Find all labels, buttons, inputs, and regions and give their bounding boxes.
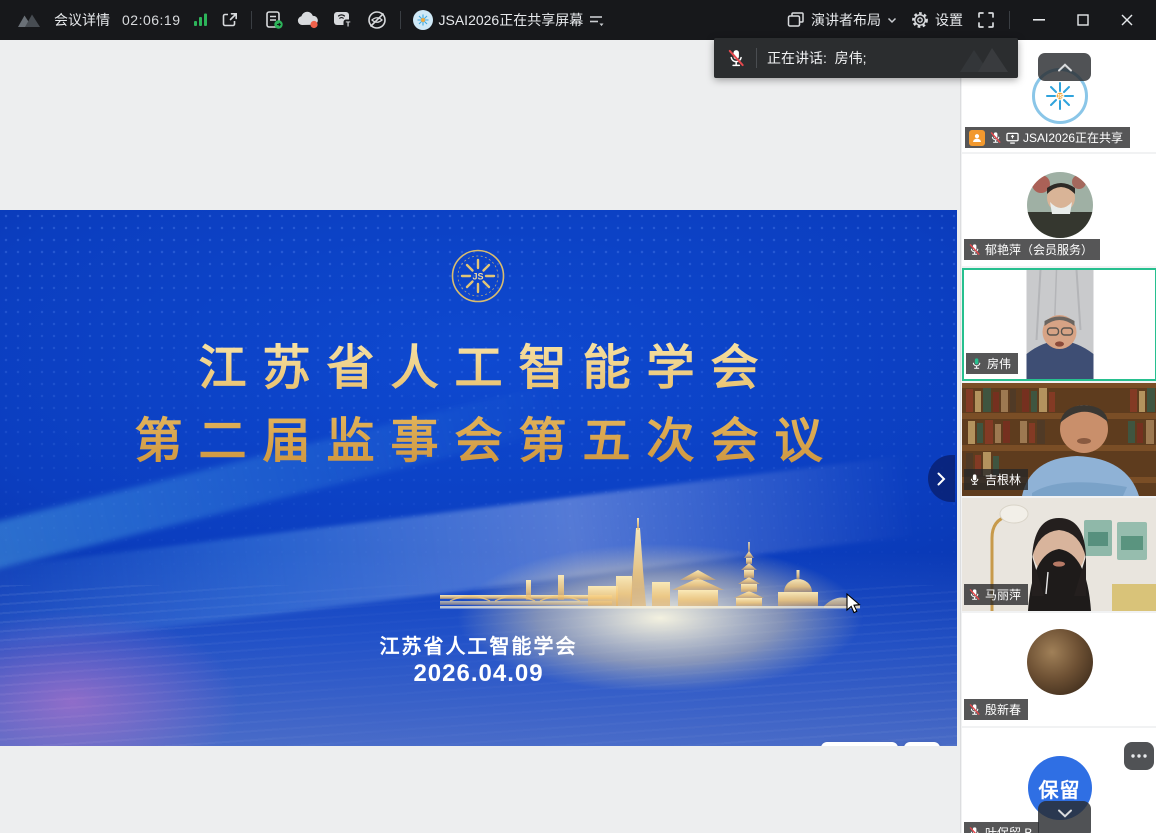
mic-status-icon [968, 588, 981, 601]
host-badge-icon [969, 130, 985, 146]
svg-text:JS: JS [1056, 95, 1063, 101]
cloud-record-icon[interactable] [296, 11, 320, 29]
slide-title: 江苏省人工智能学会 第二届监事会第五次会议 [0, 332, 957, 478]
watermark-logo-icon [952, 42, 1012, 76]
titlebar-divider [1009, 11, 1010, 29]
scroll-participants-down-button[interactable] [1038, 801, 1091, 833]
chevron-down-icon [887, 17, 897, 24]
mic-speaking-icon [970, 357, 983, 370]
toast-divider [756, 48, 757, 68]
layout-icon [787, 12, 805, 28]
window-minimize-button[interactable] [1024, 6, 1054, 34]
gear-icon [911, 11, 929, 29]
sharing-view-switch-icon[interactable] [589, 14, 604, 27]
participant-name: 叶保留 B [985, 824, 1032, 833]
participant-tile-yuyanping[interactable]: 郁艳萍（会员服务） [962, 154, 1156, 266]
more-options-button[interactable] [1124, 742, 1154, 770]
participant-name: 殷新春 [985, 701, 1021, 718]
pop-out-icon[interactable] [221, 11, 239, 29]
settings-label: 设置 [935, 10, 963, 30]
slide-title-line1: 江苏省人工智能学会 [0, 332, 957, 405]
settings-button[interactable]: 设置 [911, 10, 963, 30]
avatar-photo [1027, 172, 1093, 238]
participant-tile-jigenlin[interactable]: 吉根林 [962, 383, 1156, 496]
participant-tile-yinxinchun[interactable]: 殷新春 [962, 613, 1156, 726]
participant-label: 房伟 [966, 353, 1018, 374]
city-skyline-graphic [440, 518, 860, 633]
layout-switch-button[interactable]: 演讲者布局 [787, 10, 897, 30]
participant-name: 吉根林 [985, 471, 1021, 488]
avatar-text: 保留 [1039, 774, 1081, 803]
participant-label: 殷新春 [964, 699, 1028, 720]
mic-on-icon [968, 473, 981, 486]
mic-status-icon [989, 131, 1002, 144]
participant-name: JSAI2026正在共享 [1023, 129, 1123, 146]
chevron-down-icon [1057, 809, 1073, 818]
window-close-button[interactable] [1112, 6, 1142, 34]
speaking-prefix: 正在讲话: [767, 50, 827, 66]
mic-status-icon [968, 703, 981, 716]
participant-label: 叶保留 B [964, 822, 1039, 833]
mic-muted-icon [726, 48, 746, 68]
meeting-details-label: 会议详情 [54, 10, 110, 30]
sharing-source-button[interactable]: JSAI2026正在共享屏幕 [413, 10, 605, 30]
chevron-right-icon [937, 472, 946, 486]
participant-video [1026, 270, 1093, 379]
participant-avatar [1027, 629, 1093, 695]
privacy-eye-off-icon[interactable] [366, 10, 388, 30]
screen-sharing-icon [1006, 132, 1019, 144]
participant-name: 房伟 [987, 355, 1011, 372]
broadcast-icon[interactable]: T [332, 10, 354, 30]
participants-sidebar: JS JSAI2026正在共享 [960, 40, 1156, 833]
presentation-slide: JS 江苏省人工智能学会 第二届监事会第五次会议 [0, 210, 957, 746]
association-seal-icon: JS [450, 248, 506, 304]
participant-tile-fangwei-active-speaker[interactable]: 房伟 [962, 268, 1156, 381]
layout-label: 演讲者布局 [811, 10, 881, 30]
participant-label: JSAI2026正在共享 [965, 127, 1130, 148]
association-logo-icon: JS [1042, 78, 1078, 114]
slide-title-line2: 第二届监事会第五次会议 [0, 405, 957, 478]
scroll-participants-up-button[interactable] [1038, 53, 1091, 81]
titlebar-divider [400, 11, 401, 29]
fullscreen-icon[interactable] [977, 11, 995, 29]
participant-label: 吉根林 [964, 469, 1028, 490]
mic-status-icon [968, 826, 981, 833]
app-logo-icon [16, 11, 42, 29]
speaking-toast: 正在讲话: 房伟; [714, 38, 1018, 78]
zoom-in-button[interactable] [904, 742, 940, 746]
participant-name: 马丽萍 [985, 586, 1021, 603]
recording-file-icon[interactable] [264, 10, 284, 30]
participant-name: 郁艳萍（会员服务） [985, 241, 1093, 258]
participant-tile-maliping[interactable]: 马丽萍 [962, 498, 1156, 611]
speaking-status-text: 正在讲话: 房伟; [767, 48, 867, 68]
meeting-timer: 02:06:19 [122, 12, 181, 28]
slide-footer-date: 2026.04.09 [0, 660, 957, 688]
meeting-details-button[interactable]: 会议详情 [54, 10, 110, 30]
sharer-logo-icon [416, 13, 430, 27]
participant-avatar [1027, 172, 1093, 238]
sharing-title: JSAI2026正在共享屏幕 [439, 10, 584, 30]
network-signal-icon[interactable] [193, 13, 209, 27]
svg-text:JS: JS [472, 272, 483, 282]
shared-screen-stage: JS 江苏省人工智能学会 第二届监事会第五次会议 [0, 40, 957, 833]
sharer-avatar [413, 10, 433, 30]
participant-label: 马丽萍 [964, 584, 1028, 605]
window-maximize-button[interactable] [1068, 6, 1098, 34]
titlebar: 会议详情 02:06:19 [0, 0, 1156, 40]
titlebar-divider [251, 11, 252, 29]
svg-text:T: T [345, 20, 350, 29]
speaking-names: 房伟; [835, 50, 867, 66]
slide-footer-org: 江苏省人工智能学会 [0, 630, 957, 659]
mic-status-icon [968, 243, 981, 256]
annotate-button[interactable]: 批注 [821, 742, 898, 746]
ellipsis-icon [1131, 754, 1147, 758]
chevron-up-icon [1057, 63, 1073, 72]
participant-label: 郁艳萍（会员服务） [964, 239, 1100, 260]
meeting-window: 会议详情 02:06:19 [0, 0, 1156, 833]
